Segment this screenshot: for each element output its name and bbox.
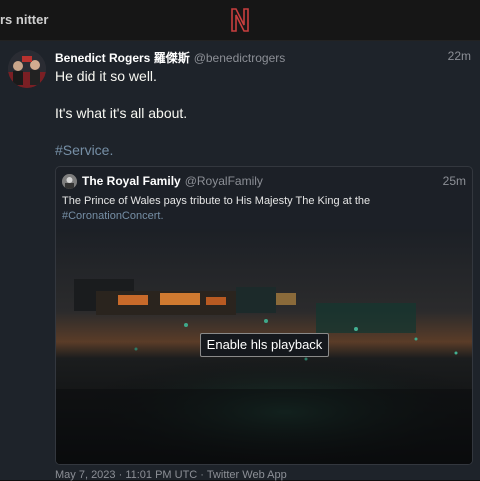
tweet: Benedict Rogers 羅傑斯 @benedictrogers 22m H…: [0, 41, 480, 481]
quote-hashtag-link[interactable]: #CoronationConcert.: [62, 210, 164, 222]
quote-username[interactable]: @RoyalFamily: [185, 174, 263, 188]
tweet-line: It's what it's all about.: [55, 105, 188, 121]
tweet-content: He did it so well. It's what it's all ab…: [55, 67, 465, 159]
nitter-logo-icon[interactable]: [228, 6, 252, 34]
quote-text-body: The Prince of Wales pays tribute to His …: [62, 195, 371, 207]
quoted-tweet[interactable]: The Royal Family @RoyalFamily 25m The Pri…: [55, 166, 473, 465]
fullname[interactable]: Benedict Rogers 羅傑斯: [55, 51, 190, 65]
quote-date[interactable]: 25m: [443, 174, 466, 188]
username[interactable]: @benedictrogers: [194, 51, 286, 65]
site-title[interactable]: rs nitter: [0, 12, 48, 27]
avatar-image: [8, 50, 46, 88]
tweet-line: He did it so well.: [55, 68, 157, 84]
video-player[interactable]: Enable hls playback: [56, 229, 472, 464]
hashtag-link[interactable]: #Service.: [55, 142, 113, 158]
quote-avatar-image: [62, 174, 77, 189]
tweet-date[interactable]: 22m: [448, 49, 471, 63]
quote-fullname[interactable]: The Royal Family: [82, 174, 181, 188]
quote-header: The Royal Family @RoyalFamily: [82, 174, 263, 188]
avatar[interactable]: [8, 50, 46, 88]
tweet-header: Benedict Rogers 羅傑斯 @benedictrogers: [55, 49, 285, 66]
quote-text: The Prince of Wales pays tribute to His …: [62, 194, 462, 224]
quote-avatar[interactable]: [62, 174, 77, 189]
navbar: rs nitter: [0, 0, 480, 41]
enable-hls-playback-button[interactable]: Enable hls playback: [200, 333, 329, 357]
tweet-published-date[interactable]: May 7, 2023 · 11:01 PM UTC · Twitter Web…: [55, 469, 287, 481]
